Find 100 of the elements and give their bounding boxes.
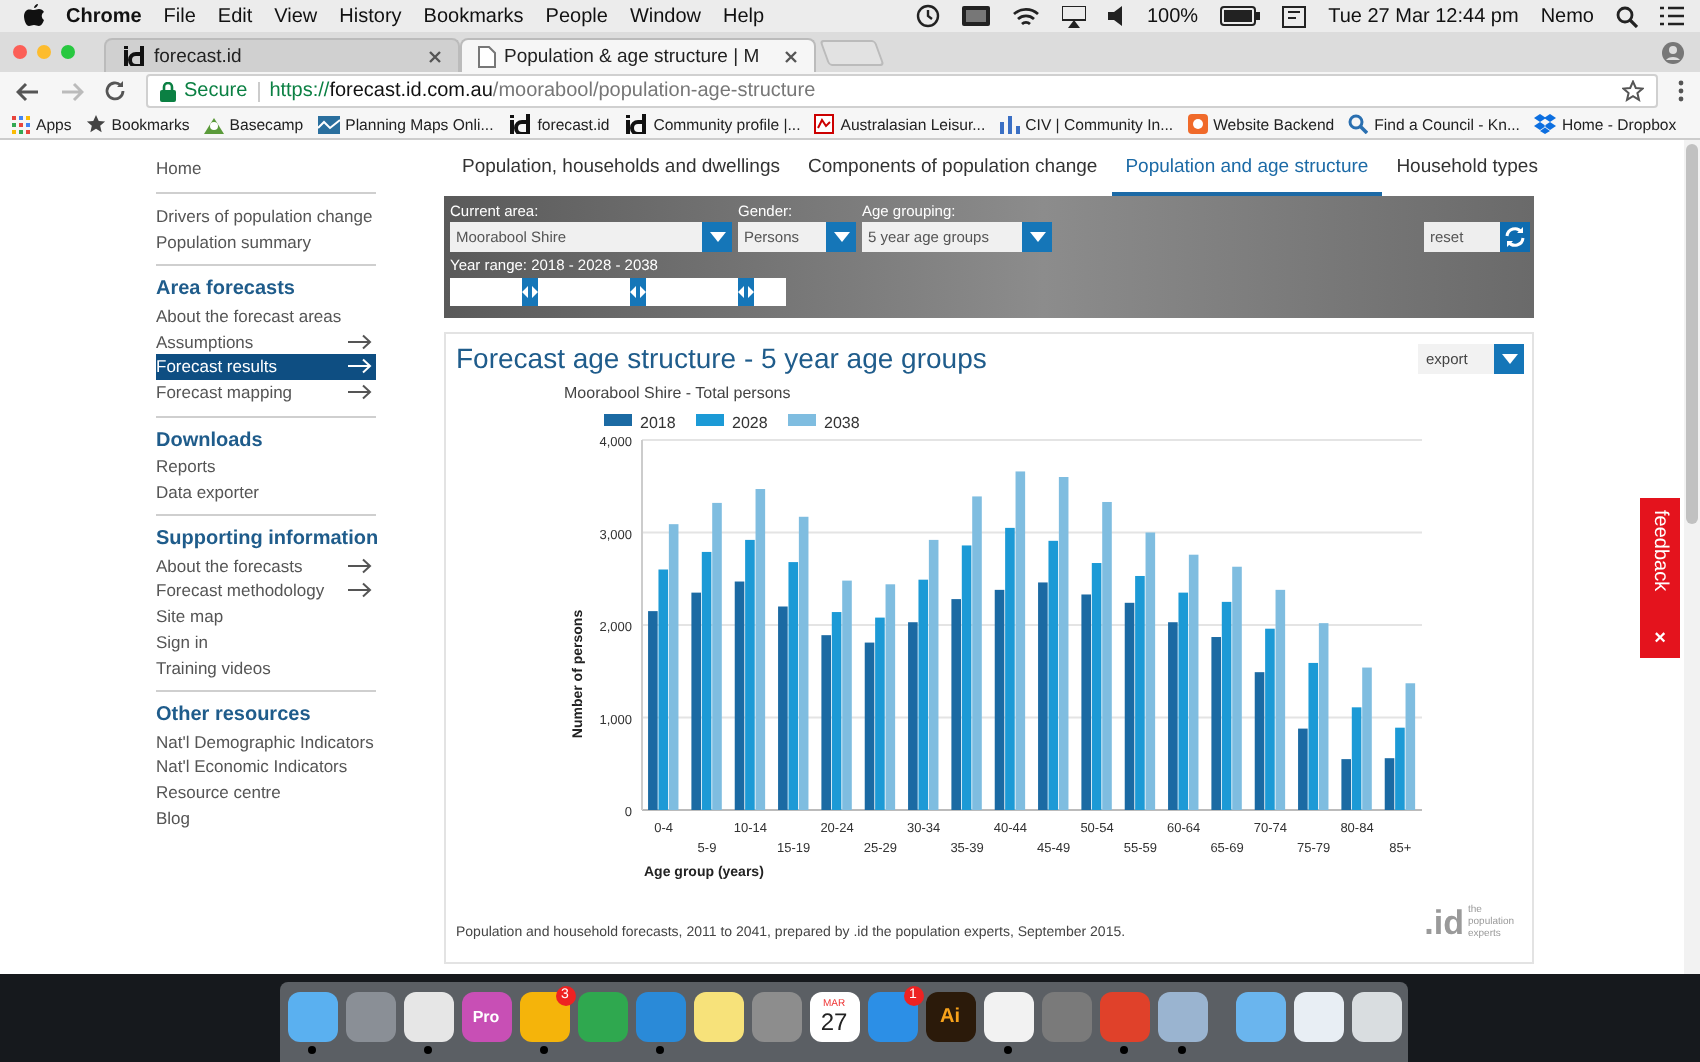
section-heading: Downloads (156, 427, 265, 454)
app-icon[interactable]: Pro (461, 991, 511, 1041)
nav-item[interactable]: Data exporter (156, 478, 376, 505)
section-tab[interactable]: Components of population change (793, 140, 1112, 196)
back-icon[interactable] (16, 81, 40, 101)
slider-handle[interactable] (522, 278, 539, 306)
section-heading: Other resources (156, 702, 313, 729)
menu-item[interactable]: File (163, 5, 196, 27)
nav-item[interactable]: Population summary (156, 229, 376, 255)
app-icon[interactable]: Ai (925, 991, 975, 1041)
close-icon[interactable] (428, 49, 442, 63)
id-logo-icon (623, 114, 648, 134)
caret-icon (1501, 353, 1517, 363)
arrows-icon (630, 286, 647, 298)
menu-item[interactable]: Help (723, 5, 765, 27)
legend-item[interactable]: 2038 (788, 414, 860, 432)
nav-item[interactable]: Training videos (156, 654, 376, 681)
section-heading: Supporting information (156, 526, 376, 553)
nav-item[interactable]: Forecast results (156, 353, 376, 380)
reload-icon[interactable] (104, 80, 126, 102)
menu-item[interactable]: View (274, 5, 318, 27)
battery-icon[interactable] (1220, 6, 1261, 26)
arrows-icon (737, 286, 754, 298)
browser-tab[interactable]: Population & age structure | M (460, 38, 816, 72)
nav-item[interactable]: Drivers of population change (156, 203, 376, 230)
legend-item[interactable]: 2028 (696, 414, 768, 432)
nav-item[interactable]: Forecast mapping (156, 379, 376, 406)
refresh-button[interactable] (1500, 222, 1530, 252)
grid-icon (12, 115, 30, 133)
range-slider[interactable] (450, 278, 786, 306)
section-tab[interactable]: Population, households and dwellings (448, 140, 794, 196)
lock-icon (160, 81, 176, 101)
nav-item[interactable]: Blog (156, 805, 376, 831)
close-icon[interactable] (784, 49, 798, 63)
id-logo-icon (507, 114, 532, 134)
box-icon (1533, 114, 1556, 134)
caret-icon (709, 232, 725, 242)
star-icon (85, 114, 106, 134)
clock-icon[interactable] (915, 4, 939, 28)
nav-item[interactable]: Home (156, 156, 376, 182)
legend-label: 2018 (640, 414, 677, 432)
id-logo-icon (122, 46, 146, 66)
browser-tab[interactable]: forecast.id (104, 38, 460, 72)
logo-mark: .id (1424, 905, 1464, 939)
menu-item[interactable]: People (545, 5, 608, 27)
dropdown-button[interactable] (826, 222, 856, 252)
nav-item[interactable]: About the forecast areas (156, 302, 376, 329)
wifi-icon[interactable] (1011, 5, 1039, 27)
list-icon[interactable] (1660, 6, 1684, 26)
bar-chart-icon (999, 114, 1020, 134)
dropdown-button[interactable] (1494, 343, 1524, 373)
scrollbar[interactable] (1684, 140, 1700, 974)
nav-item[interactable]: Resource centre (156, 779, 376, 806)
app-menu[interactable]: Chrome (66, 5, 142, 27)
dropdown-button[interactable] (1022, 222, 1052, 252)
address-field[interactable]: Secure https://forecast.id.com.au/moorabool/population-age-structure (146, 74, 1658, 108)
apple-icon[interactable] (24, 4, 44, 28)
legend-label: 2028 (732, 414, 769, 432)
page-icon (478, 45, 496, 67)
mountain-icon (203, 115, 224, 133)
app-icon[interactable] (519, 991, 569, 1041)
nav-item[interactable]: Nat'l Economic Indicators (156, 753, 376, 780)
nav-item[interactable]: Sign in (156, 629, 376, 655)
menu-item[interactable]: History (339, 5, 402, 27)
profile-icon[interactable] (1662, 41, 1684, 63)
slider-handle[interactable] (630, 278, 647, 306)
nav-item[interactable]: Assumptions (156, 328, 376, 354)
search-icon[interactable] (1616, 5, 1638, 27)
caret-icon (1029, 232, 1045, 242)
feedback-tab[interactable]: feedback × (1640, 498, 1680, 658)
slider-handle[interactable] (737, 278, 754, 306)
caret-icon (833, 232, 849, 242)
nav-item[interactable]: Reports (156, 453, 376, 479)
chart-title: Moorabool Shire - Total persons (564, 384, 791, 402)
volume-icon[interactable] (1107, 6, 1125, 26)
user-name[interactable]: Nemo (1540, 5, 1594, 27)
date-time[interactable]: Tue 27 Mar 12:44 pm (1328, 5, 1519, 27)
legend-item[interactable]: 2018 (604, 414, 676, 432)
star-icon[interactable] (1622, 80, 1644, 102)
section-heading: Area forecasts (156, 276, 297, 303)
battery-percent: 100% (1147, 5, 1199, 27)
display-icon[interactable] (961, 6, 989, 26)
menu-item[interactable]: Window (629, 5, 702, 27)
arrows-icon (522, 286, 539, 298)
nav-item[interactable]: Forecast methodology (156, 577, 376, 604)
map-icon (317, 115, 340, 133)
section-tab[interactable]: Household types (1382, 140, 1552, 196)
close-button[interactable]: × (1654, 630, 1666, 650)
airplay-icon[interactable] (1061, 5, 1085, 27)
nav-item[interactable]: Site map (156, 603, 376, 630)
magnifier-icon (1348, 114, 1369, 134)
dropdown-button[interactable] (702, 222, 732, 252)
menu-item[interactable]: Edit (217, 5, 253, 27)
menu-icon[interactable] (1678, 80, 1684, 102)
legend-label: 2038 (824, 414, 861, 432)
input-menu-icon[interactable] (1282, 5, 1307, 27)
nav-item[interactable]: About the forecasts (156, 552, 376, 578)
nav-item[interactable]: Nat'l Demographic Indicators (156, 728, 376, 754)
panel-title: Forecast age structure - 5 year age groups (456, 342, 987, 374)
menu-item[interactable]: Bookmarks (423, 5, 524, 27)
